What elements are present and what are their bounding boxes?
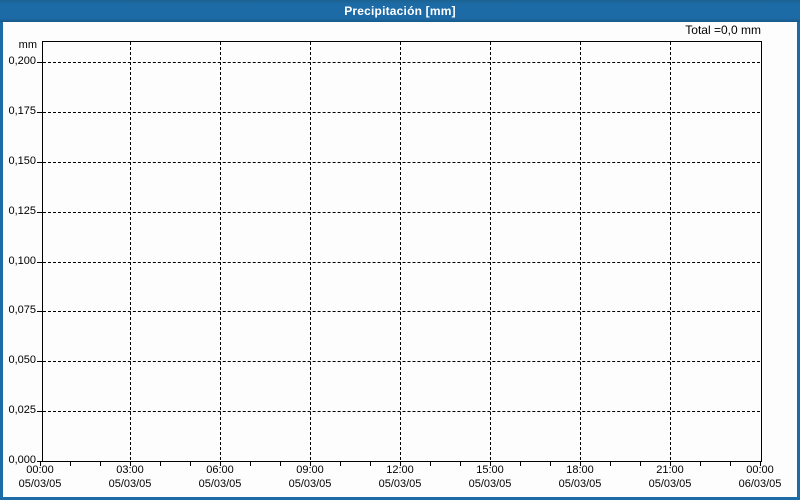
y-axis-tick [37,262,42,263]
x-tick-time: 00:00 [746,464,774,476]
y-gridline [43,212,760,213]
x-gridline [670,42,671,460]
x-axis-tick-label: 00:00 06/03/05 [715,463,800,491]
y-axis-tick-label: 0,100 [8,255,36,267]
x-tick-date: 05/03/05 [648,478,692,490]
chart-title-bar[interactable]: Precipitación [mm] [0,0,800,22]
plot-area[interactable] [42,41,762,462]
x-gridline [580,42,581,460]
x-axis-minor-tick [220,461,221,466]
y-axis-tick [37,62,42,63]
y-axis-tick-label: 0,050 [8,354,36,366]
y-gridline [43,262,760,263]
x-axis-minor-tick [160,461,161,466]
x-axis-minor-tick [700,461,701,466]
total-label: Total =0,0 mm [685,23,761,37]
x-tick-date: 06/03/05 [738,478,782,490]
x-axis-tick-label: 00:00 05/03/05 [0,463,85,491]
x-axis-minor-tick [400,461,401,466]
x-axis-minor-tick [670,461,671,466]
chart-window: Precipitación [mm] Total =0,0 mm mm 0,20… [0,0,800,500]
x-axis-tick-label: 06:00 05/03/05 [175,463,265,491]
x-axis-minor-tick [760,461,761,466]
y-axis-tick-label: 0,025 [8,404,36,416]
x-axis-minor-tick [370,461,371,466]
x-tick-date: 05/03/05 [468,478,512,490]
x-axis-minor-tick [280,461,281,466]
x-axis-minor-tick [730,461,731,466]
x-axis-tick-label: 15:00 05/03/05 [445,463,535,491]
x-axis-tick-label: 03:00 05/03/05 [85,463,175,491]
y-axis-tick-label: 0,075 [8,304,36,316]
x-tick-date: 05/03/05 [378,478,422,490]
x-axis-minor-tick [580,461,581,466]
x-axis-minor-tick [340,461,341,466]
x-axis-minor-tick [610,461,611,466]
y-gridline [43,311,760,312]
y-axis-tick [37,212,42,213]
x-axis-minor-tick [130,461,131,466]
y-axis-tick [37,112,42,113]
x-axis-minor-tick [520,461,521,466]
x-axis-minor-tick [100,461,101,466]
y-gridline [43,162,760,163]
x-axis-minor-tick [310,461,311,466]
y-axis-tick-label: 0,175 [8,105,36,117]
x-gridline [220,42,221,460]
y-axis-tick-label: 0,150 [8,155,36,167]
x-axis-tick-label: 21:00 05/03/05 [625,463,715,491]
x-gridline [130,42,131,460]
y-gridline [43,411,760,412]
chart-title: Precipitación [mm] [344,4,456,18]
y-axis-tick-label: 0,125 [8,205,36,217]
x-axis-minor-tick [190,461,191,466]
x-axis-minor-tick [460,461,461,466]
y-axis-unit-label: mm [18,39,37,51]
x-axis-minor-tick [490,461,491,466]
x-axis-minor-tick [550,461,551,466]
x-tick-date: 05/03/05 [558,478,602,490]
x-gridline [490,42,491,460]
x-axis-minor-tick [640,461,641,466]
x-tick-date: 05/03/05 [108,478,152,490]
x-axis-minor-tick [40,461,41,466]
y-axis-tick [37,361,42,362]
y-gridline [43,62,760,63]
y-axis-tick [37,411,42,412]
x-gridline [400,42,401,460]
x-tick-date: 05/03/05 [198,478,242,490]
y-gridline [43,112,760,113]
x-axis-minor-tick [430,461,431,466]
x-tick-time: 00:00 [26,464,54,476]
x-gridline [310,42,311,460]
x-axis-tick-label: 18:00 05/03/05 [535,463,625,491]
x-tick-date: 05/03/05 [288,478,332,490]
x-axis-tick-label: 09:00 05/03/05 [265,463,355,491]
x-tick-date: 05/03/05 [18,478,62,490]
y-axis-tick [37,162,42,163]
x-axis-tick-label: 12:00 05/03/05 [355,463,445,491]
y-axis-tick-label: 0,200 [8,55,36,67]
y-axis-tick [37,311,42,312]
x-axis-minor-tick [70,461,71,466]
x-axis-minor-tick [250,461,251,466]
y-gridline [43,361,760,362]
